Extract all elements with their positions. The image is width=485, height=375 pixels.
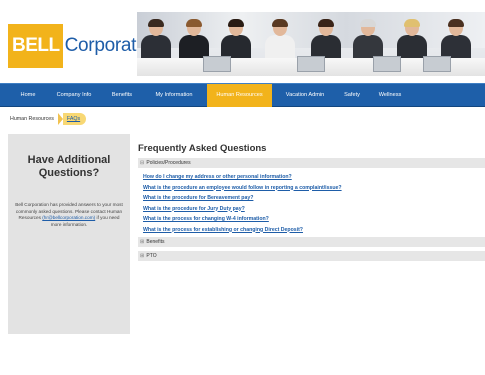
breadcrumb-faqs[interactable]: FAQs <box>62 113 87 125</box>
expand-icon[interactable]: ⊞ <box>140 237 145 247</box>
nav-vacation-admin[interactable]: Vacation Admin <box>276 84 334 107</box>
section-policies-procedures[interactable]: ⊟ Policies/Procedures <box>138 158 485 168</box>
sidebar-title: Have Additional Questions? <box>27 154 111 179</box>
page-title: Frequently Asked Questions <box>138 143 267 154</box>
faq-question-link[interactable]: What is the procedure for Bereavement pa… <box>143 193 342 204</box>
nav-safety[interactable]: Safety <box>338 84 366 107</box>
breadcrumb-human-resources[interactable]: Human Resources <box>10 116 54 122</box>
nav-wellness[interactable]: Wellness <box>372 84 408 107</box>
hr-email-link[interactable]: (hr@bellcorporation.com) <box>42 215 95 220</box>
nav-home[interactable]: Home <box>12 84 44 107</box>
sidebar-help-box: Have Additional Questions? Bell Corporat… <box>8 134 130 334</box>
section-benefits[interactable]: ⊞ Benefits <box>138 237 485 247</box>
main-navigation: Home Company Info Benefits My Informatio… <box>0 83 485 107</box>
section-pto[interactable]: ⊞ PTO <box>138 251 485 261</box>
faq-question-link[interactable]: What is the process for establishing or … <box>143 225 342 236</box>
breadcrumb: Human Resources FAQs <box>10 113 87 125</box>
collapse-icon[interactable]: ⊟ <box>140 158 145 168</box>
expand-icon[interactable]: ⊞ <box>140 251 145 261</box>
nav-company-info[interactable]: Company Info <box>50 84 98 107</box>
sidebar-description: Bell Corporation has provided answers to… <box>15 202 123 227</box>
faq-question-link[interactable]: What is the procedure for Jury Duty pay? <box>143 204 342 215</box>
site-header: BELL Corporation <box>0 0 485 83</box>
nav-my-information[interactable]: My Information <box>146 84 202 107</box>
faq-question-list: How do I change my address or other pers… <box>143 172 342 235</box>
logo-box: BELL <box>8 24 63 68</box>
faq-question-link[interactable]: How do I change my address or other pers… <box>143 172 342 183</box>
nav-benefits[interactable]: Benefits <box>104 84 140 107</box>
nav-human-resources[interactable]: Human Resources <box>207 84 272 107</box>
faq-question-link[interactable]: What is the process for changing W-4 inf… <box>143 214 342 225</box>
faq-question-link[interactable]: What is the procedure an employee would … <box>143 183 342 194</box>
header-banner-image <box>137 12 485 76</box>
